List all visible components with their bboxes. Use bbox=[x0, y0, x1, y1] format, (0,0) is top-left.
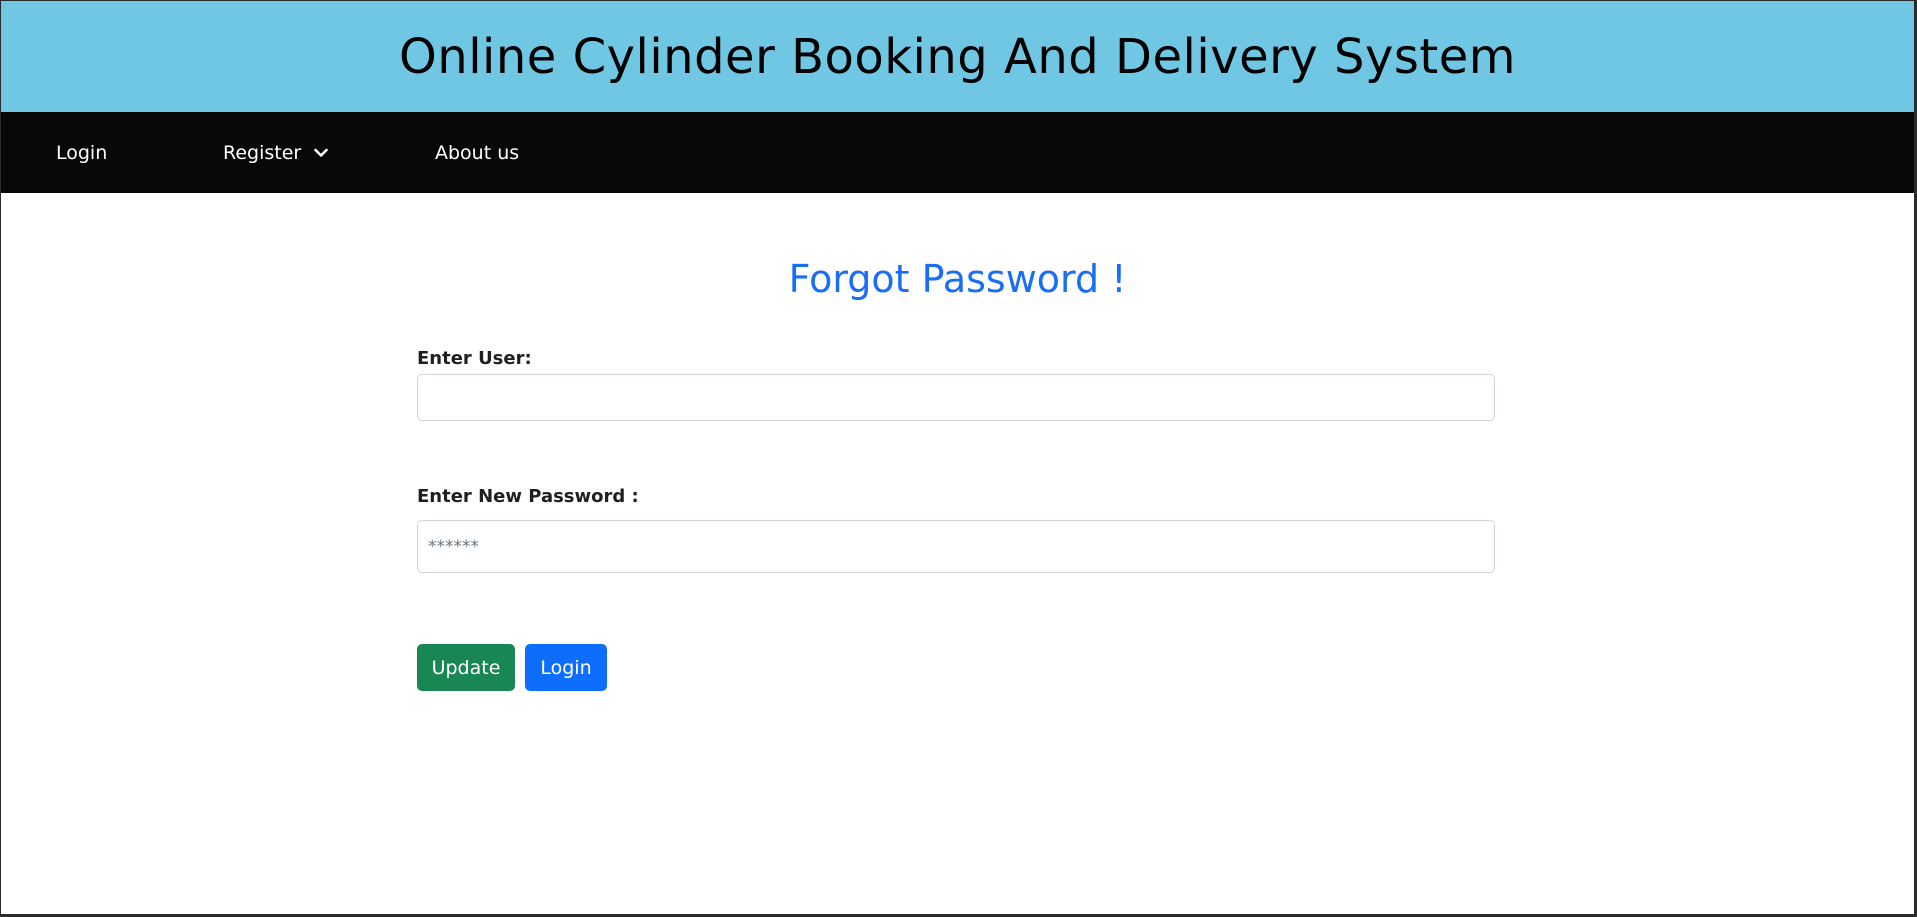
nav-about-label: About us bbox=[435, 141, 520, 164]
nav-login-link[interactable]: Login bbox=[56, 112, 107, 193]
site-title: Online Cylinder Booking And Delivery Sys… bbox=[398, 28, 1516, 85]
nav-register-label: Register bbox=[223, 141, 302, 164]
nav-register-dropdown[interactable]: Register bbox=[223, 112, 329, 193]
new-password-field-label: Enter New Password : bbox=[417, 486, 639, 507]
page-title: Forgot Password ! bbox=[788, 257, 1127, 301]
site-banner: Online Cylinder Booking And Delivery Sys… bbox=[1, 1, 1914, 112]
update-button[interactable]: Update bbox=[417, 644, 515, 691]
browser-viewport: Online Cylinder Booking And Delivery Sys… bbox=[1, 1, 1914, 914]
main-navbar: Login Register About us bbox=[1, 112, 1914, 193]
chevron-down-icon bbox=[314, 148, 329, 157]
nav-about-link[interactable]: About us bbox=[435, 112, 519, 193]
login-button[interactable]: Login bbox=[525, 644, 607, 691]
user-field-label: Enter User: bbox=[417, 348, 532, 369]
user-input[interactable] bbox=[417, 374, 1495, 421]
nav-login-label: Login bbox=[56, 141, 108, 164]
new-password-input[interactable] bbox=[417, 520, 1495, 573]
